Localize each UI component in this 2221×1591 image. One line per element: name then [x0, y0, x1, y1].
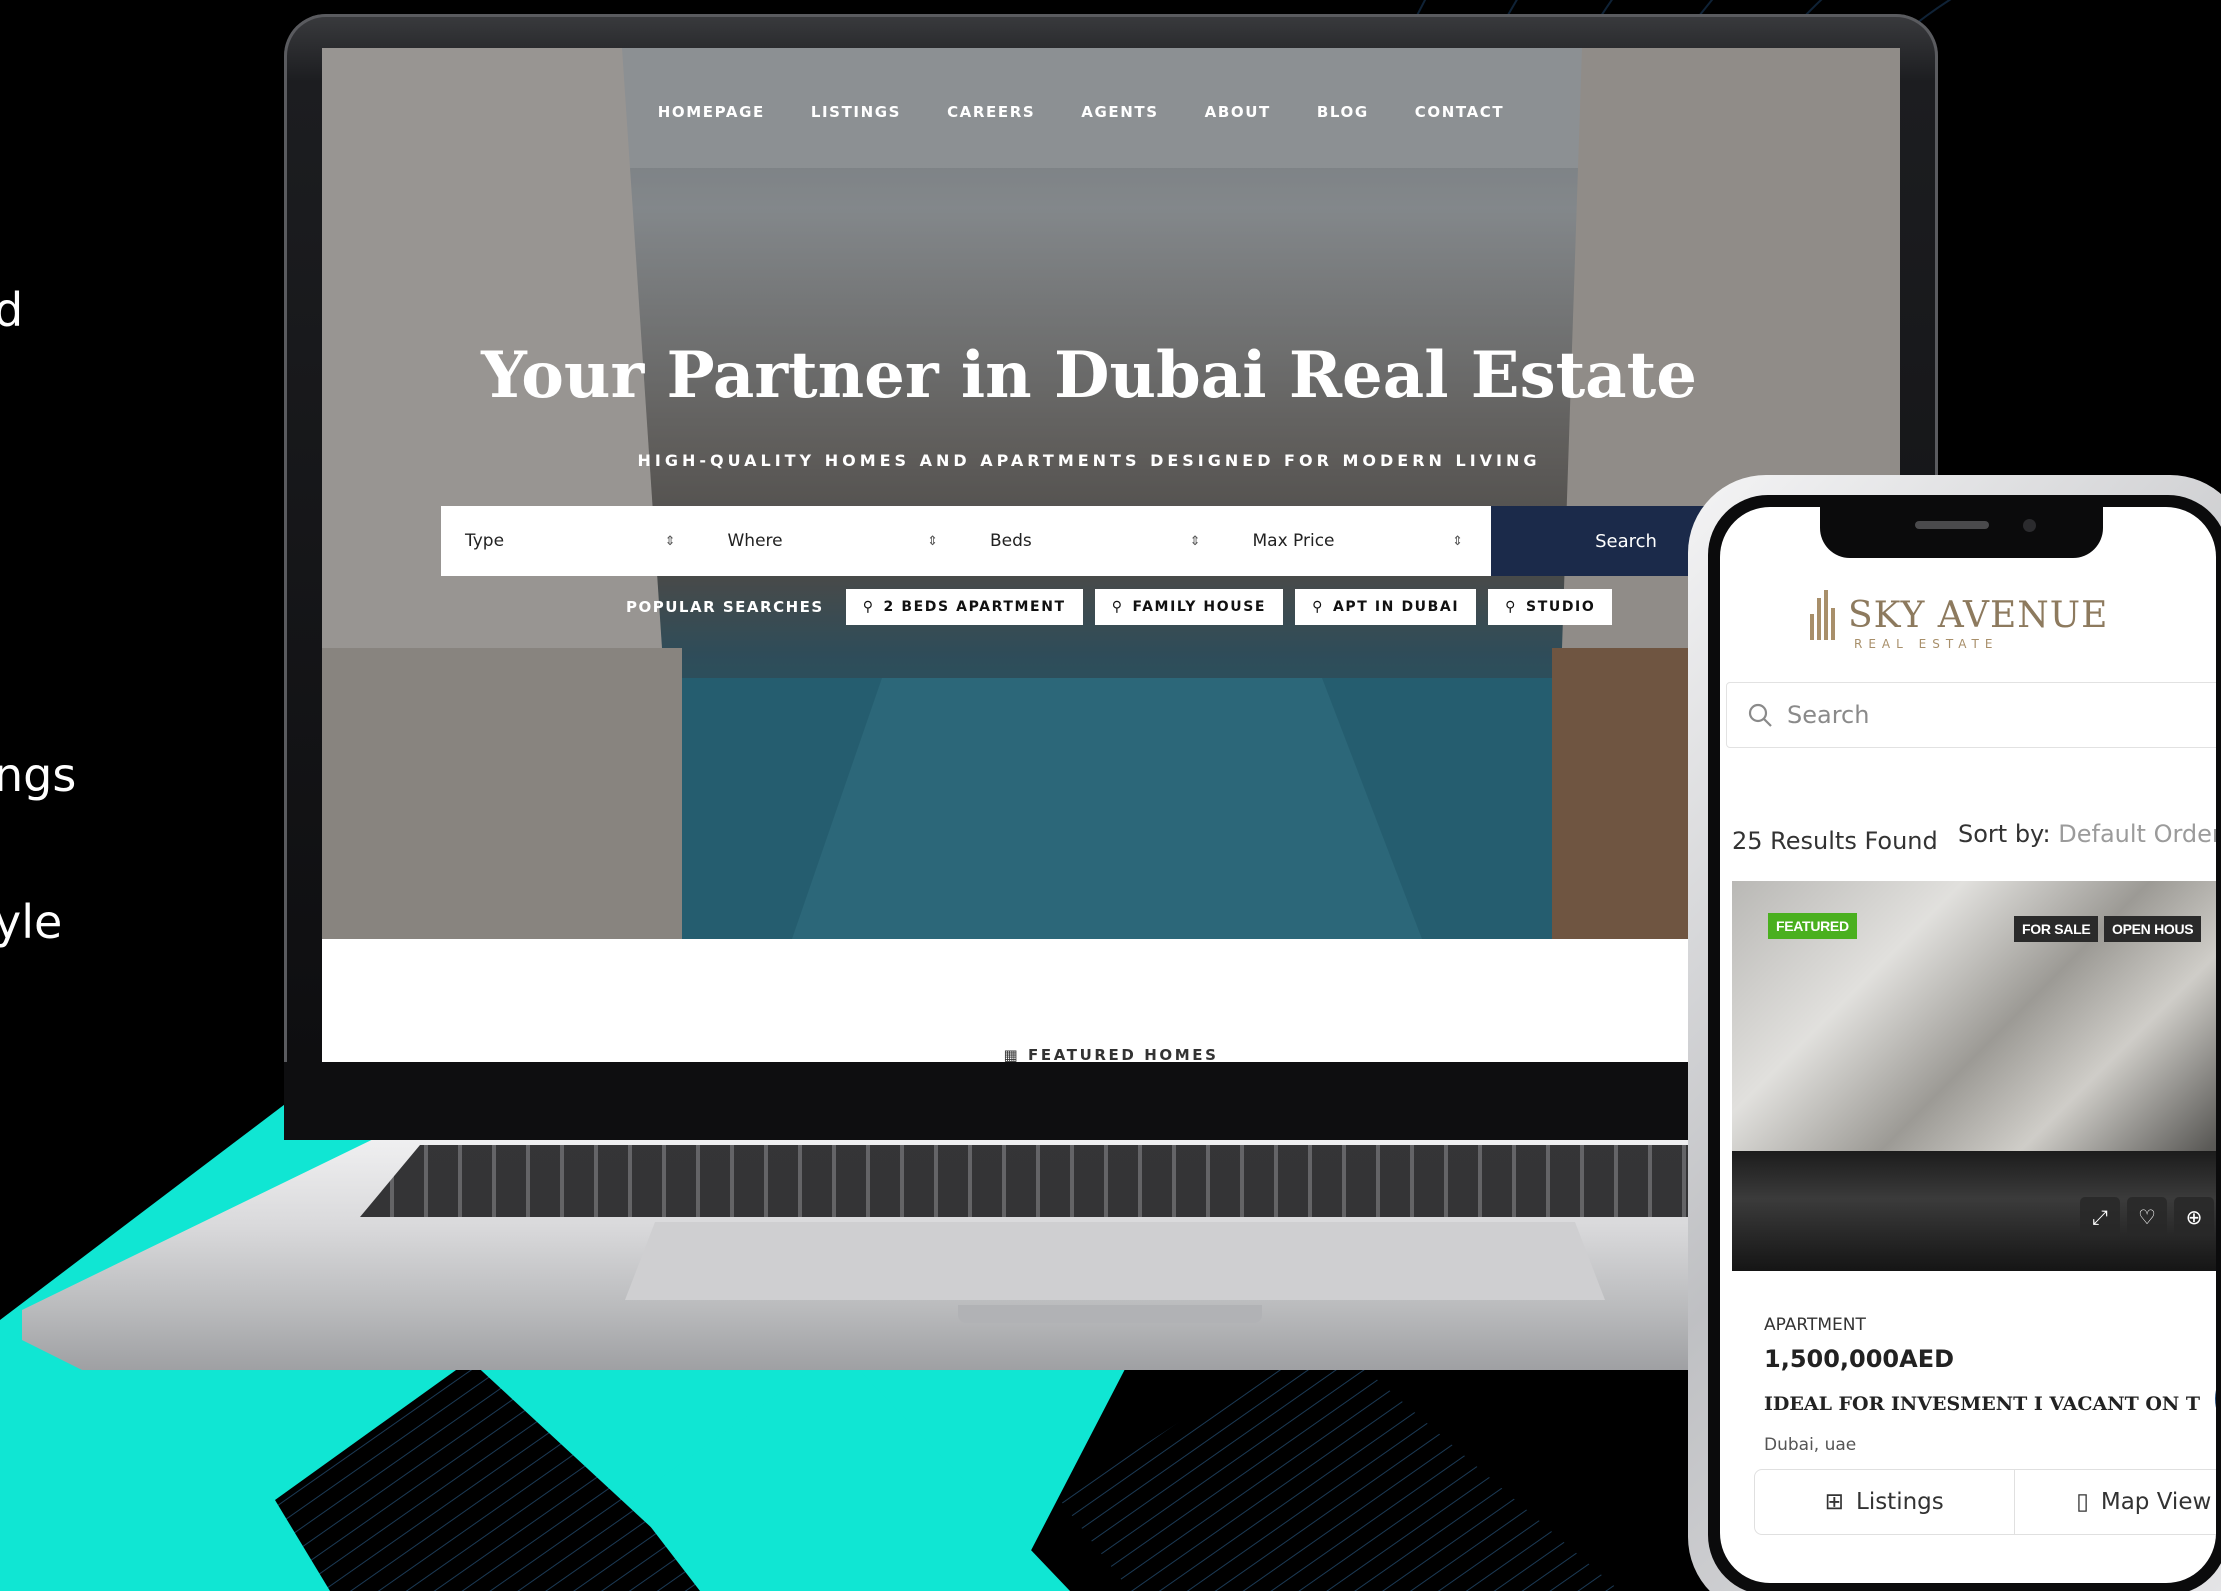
compare-icon[interactable]: ⊕	[2174, 1197, 2214, 1237]
property-search-bar: Type ⇕ Where ⇕ Beds ⇕ Max Price ⇕	[441, 506, 1491, 576]
nav-listings[interactable]: LISTINGS	[811, 103, 901, 121]
updown-chevron-icon: ⇕	[1189, 533, 1201, 549]
heart-icon[interactable]: ♡	[2127, 1197, 2167, 1237]
laptop-screen: HOMEPAGE LISTINGS CAREERS AGENTS ABOUT B…	[322, 48, 1900, 1062]
featured-badge: FEATURED	[1768, 913, 1857, 939]
search-icon: ⚲	[1312, 599, 1324, 615]
where-select-label: Where	[727, 531, 783, 551]
type-select[interactable]: Type ⇕	[441, 506, 704, 576]
expand-icon[interactable]: ⤢	[2080, 1197, 2120, 1237]
phone-notch	[1820, 507, 2103, 558]
map-view-tab[interactable]: ▯ Map View	[2013, 1470, 2217, 1534]
chip-2-beds-apartment[interactable]: ⚲ 2 BEDS APARTMENT	[845, 589, 1083, 625]
nav-about[interactable]: ABOUT	[1205, 103, 1271, 121]
hero-title: Your Partner in Dubai Real Estate	[481, 338, 1697, 413]
updown-chevron-icon: ⇕	[664, 533, 676, 549]
nav-homepage[interactable]: HOMEPAGE	[658, 103, 765, 121]
hero-subtitle: HIGH-QUALITY HOMES AND APARTMENTS DESIGN…	[637, 451, 1541, 470]
search-icon: ⚲	[1111, 599, 1124, 615]
chip-label: 2 BEDS APARTMENT	[883, 599, 1066, 615]
hero-section: HOMEPAGE LISTINGS CAREERS AGENTS ABOUT B…	[322, 48, 1900, 939]
camera-icon	[2023, 519, 2036, 532]
beds-select[interactable]: Beds ⇕	[966, 506, 1229, 576]
property-title[interactable]: IDEAL FOR INVESMENT I VACANT ON T	[1764, 1393, 2216, 1415]
max-price-select[interactable]: Max Price ⇕	[1229, 506, 1492, 576]
search-icon: ⚲	[862, 599, 875, 615]
featured-homes-heading: ▦ FEATURED HOMES	[322, 1046, 1900, 1062]
chip-label: STUDIO	[1526, 599, 1596, 615]
side-text-1: d	[0, 283, 24, 337]
speaker-icon	[1915, 521, 1989, 529]
logo-subtitle: REAL ESTATE	[1854, 637, 1999, 651]
laptop-trackpad	[625, 1222, 1605, 1300]
hero-overlay	[322, 48, 1900, 939]
logo-name: SKY AVENUE	[1848, 594, 2109, 636]
chip-label: APT IN DUBAI	[1332, 599, 1460, 615]
property-location: Dubai, uae	[1764, 1435, 1857, 1455]
grid-icon: ⊞	[1824, 1489, 1844, 1515]
open-house-badge: OPEN HOUS	[2104, 916, 2202, 942]
where-select[interactable]: Where ⇕	[704, 506, 967, 576]
nav-agents[interactable]: AGENTS	[1081, 103, 1158, 121]
phone-bezel: SKY AVENUE REAL ESTATE Search 25 Results…	[1708, 495, 2221, 1591]
map-icon: ▯	[2076, 1489, 2089, 1515]
view-toggle-bar: ⊞ Listings ▯ Map View	[1754, 1469, 2216, 1535]
listings-tab-label: Listings	[1856, 1489, 1944, 1515]
beds-select-label: Beds	[990, 531, 1032, 551]
nav-careers[interactable]: CAREERS	[947, 103, 1035, 121]
featured-homes-label: FEATURED HOMES	[1028, 1046, 1219, 1062]
chip-apt-in-dubai[interactable]: ⚲ APT IN DUBAI	[1295, 589, 1477, 625]
nav-contact[interactable]: CONTACT	[1415, 103, 1504, 121]
updown-chevron-icon: ⇕	[927, 533, 938, 549]
phone-frame: SKY AVENUE REAL ESTATE Search 25 Results…	[1688, 475, 2221, 1591]
main-nav: HOMEPAGE LISTINGS CAREERS AGENTS ABOUT B…	[322, 103, 1900, 121]
sort-label: Sort by:	[1958, 820, 2051, 848]
sky-avenue-logo[interactable]: SKY AVENUE	[1810, 590, 2108, 640]
search-placeholder: Search	[1787, 701, 1870, 729]
map-view-tab-label: Map View	[2100, 1489, 2212, 1515]
max-price-select-label: Max Price	[1252, 531, 1335, 551]
phone-screen: SKY AVENUE REAL ESTATE Search 25 Results…	[1720, 507, 2216, 1583]
popular-searches: POPULAR SEARCHES ⚲ 2 BEDS APARTMENT ⚲ FA…	[626, 589, 1613, 625]
listings-tab[interactable]: ⊞ Listings	[1755, 1470, 2014, 1534]
sort-value: Default Order	[2058, 820, 2216, 848]
listing-image[interactable]: FEATURED FOR SALE OPEN HOUS ⤢ ♡ ⊕	[1732, 881, 2216, 1271]
tower-logo-icon	[1810, 590, 1838, 640]
laptop-notch	[958, 1305, 1262, 1323]
chip-label: FAMILY HOUSE	[1132, 599, 1267, 615]
popular-searches-label: POPULAR SEARCHES	[626, 598, 824, 616]
nav-blog[interactable]: BLOG	[1317, 103, 1369, 121]
building-icon: ▦	[1003, 1046, 1021, 1062]
search-icon	[1748, 703, 1772, 727]
search-icon: ⚲	[1505, 599, 1518, 615]
chip-studio[interactable]: ⚲ STUDIO	[1488, 589, 1613, 625]
side-text-3: yle	[0, 895, 63, 949]
property-price: 1,500,000AED	[1764, 1345, 1955, 1373]
sort-by-select[interactable]: Sort by: Default Order	[1958, 820, 2216, 848]
updown-chevron-icon: ⇕	[1452, 533, 1463, 549]
type-select-label: Type	[465, 531, 505, 551]
side-text-2: ngs	[0, 748, 77, 802]
chat-button[interactable]: ▢	[2215, 1359, 2216, 1439]
for-sale-badge: FOR SALE	[2014, 916, 2099, 942]
property-type: APARTMENT	[1764, 1315, 1866, 1335]
mobile-search-input[interactable]: Search	[1726, 682, 2216, 748]
chip-family-house[interactable]: ⚲ FAMILY HOUSE	[1094, 589, 1284, 625]
results-count: 25 Results Found	[1732, 827, 1938, 855]
